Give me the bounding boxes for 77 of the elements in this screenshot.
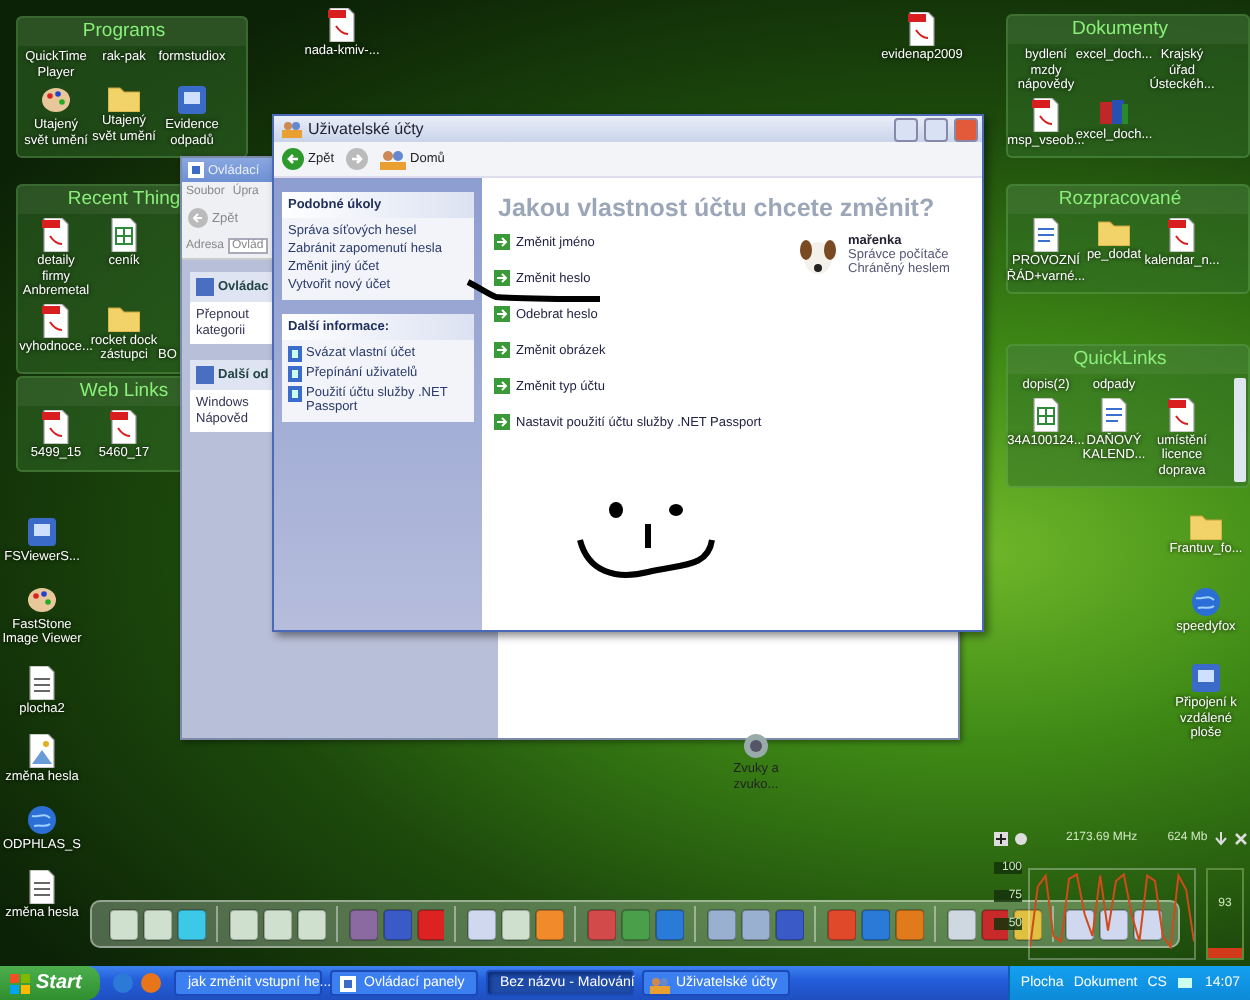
app-icon[interactable] <box>500 907 531 941</box>
spreadsheet-icon <box>110 218 138 252</box>
network-icon[interactable] <box>1176 974 1195 992</box>
app-icon[interactable] <box>1098 907 1129 941</box>
text-file-icon <box>28 665 56 699</box>
folder-icon <box>108 84 140 112</box>
pdf-file-icon <box>908 12 936 46</box>
forward-arrow-icon[interactable] <box>346 148 369 170</box>
folder-icon <box>1098 218 1130 246</box>
spreadsheet-icon <box>1032 397 1060 431</box>
app-icon <box>1190 662 1222 694</box>
pdf-file-icon <box>328 8 356 42</box>
globe-icon <box>26 803 58 835</box>
app-icon[interactable] <box>261 907 292 941</box>
windows-logo-icon <box>10 973 30 993</box>
app-icon[interactable] <box>141 907 172 941</box>
window-title: Uživatelské účty <box>308 120 426 138</box>
scrollbar[interactable] <box>1234 378 1246 482</box>
document-icon <box>1032 218 1060 252</box>
books-icon <box>1098 97 1130 125</box>
settings-icon[interactable] <box>1014 831 1028 845</box>
arrow-icon <box>494 234 510 250</box>
folder-icon <box>108 303 140 331</box>
app-icon[interactable] <box>1064 907 1095 941</box>
window-icon <box>338 973 358 993</box>
app-icon[interactable] <box>466 907 497 941</box>
window-icon <box>188 162 204 178</box>
users-icon <box>650 973 670 993</box>
back-arrow-icon <box>188 208 208 228</box>
app-icon <box>176 84 208 116</box>
folder-icon <box>1190 512 1222 540</box>
speaker-icon <box>742 732 770 760</box>
minimize-button[interactable] <box>894 117 918 141</box>
document-icon <box>1100 397 1128 431</box>
dog-picture <box>796 234 840 278</box>
pdf-file-icon <box>1168 218 1196 252</box>
users-icon <box>282 120 302 138</box>
pdf-file-icon <box>110 410 138 444</box>
app-icon <box>26 516 58 548</box>
panel-icon <box>196 278 214 296</box>
close-icon[interactable] <box>1234 831 1248 845</box>
globe-icon <box>1190 585 1222 617</box>
add-icon[interactable] <box>994 831 1008 845</box>
users-icon <box>380 149 407 169</box>
pdf-file-icon <box>1032 97 1060 131</box>
fence-title: Rozpracované <box>1008 186 1248 214</box>
download-icon[interactable] <box>1214 831 1228 845</box>
palette-icon <box>40 84 72 116</box>
app-icon[interactable] <box>295 907 326 941</box>
page-heading: Jakou vlastnost účtu chcete změnit? <box>498 194 937 222</box>
arrow-icon <box>494 342 510 358</box>
fence-title: QuickLinks <box>1008 346 1248 374</box>
arrow-icon <box>494 378 510 394</box>
app-icon[interactable] <box>705 907 736 941</box>
app-icon[interactable] <box>227 907 258 941</box>
panel-icon <box>196 366 214 384</box>
fence-title: Dokumenty <box>1008 16 1248 44</box>
app-icon[interactable] <box>108 907 138 941</box>
arrow-icon <box>494 270 510 286</box>
app-icon[interactable] <box>739 907 770 941</box>
firefox-icon[interactable] <box>140 972 162 994</box>
pdf-file-icon <box>42 410 70 444</box>
maximize-button[interactable] <box>924 117 948 141</box>
palette-icon <box>26 583 58 615</box>
arrow-icon <box>494 414 510 430</box>
pdf-file-icon <box>42 303 70 337</box>
fence-title: Programs <box>18 18 246 46</box>
close-button[interactable] <box>954 117 978 141</box>
picture-file-icon <box>28 734 56 768</box>
app-icon[interactable] <box>175 907 206 941</box>
pdf-file-icon <box>42 218 70 252</box>
app-icon[interactable] <box>534 907 565 941</box>
text-file-icon <box>28 870 56 904</box>
pdf-file-icon <box>1168 397 1196 431</box>
back-arrow-icon <box>282 148 304 170</box>
arrow-icon <box>494 306 510 322</box>
app-icon[interactable] <box>945 907 976 941</box>
